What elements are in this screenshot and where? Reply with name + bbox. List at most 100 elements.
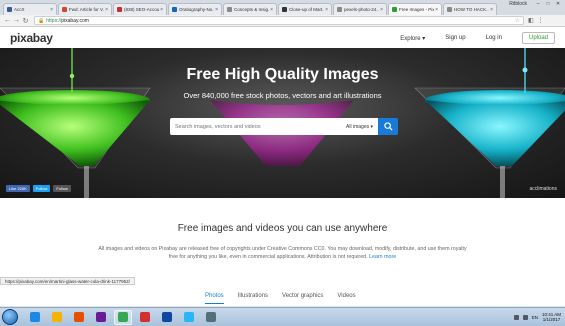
search-input[interactable]: [175, 123, 343, 130]
taskbar-app-winrar[interactable]: [92, 310, 110, 325]
facebook-like-button[interactable]: Like 226K: [6, 185, 30, 192]
tab-label: Free Images - Pix...: [399, 7, 435, 12]
close-tab-icon[interactable]: ×: [105, 7, 108, 13]
tab-label: Oratiography-No...: [179, 7, 215, 12]
twitter-follow-button[interactable]: Follow: [32, 185, 51, 192]
browser-tab[interactable]: Fwd: Article for V... ×: [58, 3, 112, 15]
taskbar-app-photoshop[interactable]: [158, 310, 176, 325]
media-icon: [74, 312, 84, 322]
login-link[interactable]: Log in: [486, 35, 502, 41]
taskbar-app-chrome[interactable]: [114, 309, 132, 325]
forward-icon[interactable]: →: [12, 17, 21, 24]
reload-icon[interactable]: ↻: [21, 17, 30, 25]
image-credit[interactable]: acclimations: [529, 186, 557, 192]
search-icon: [383, 122, 393, 131]
address-bar: ← → ↻ 🔒 https:// pixabay.com ☆ ◧ ⋮: [0, 15, 565, 27]
license-description: All images and videos on Pixabay are rel…: [95, 245, 470, 262]
hero-banner: Free High Quality Images Over 840,000 fr…: [0, 48, 565, 198]
media-type-dropdown[interactable]: All images ▾: [346, 124, 373, 130]
tab-favicon-icon: [447, 7, 452, 12]
tab-illustrations[interactable]: Illustrations: [238, 293, 268, 304]
taskbar-app-ccleaner[interactable]: [136, 310, 154, 325]
tab-vector-graphics[interactable]: Vector graphics: [282, 293, 323, 304]
browser-tab-bar: AccX × Fwd: Article for V... × (838) SEO-Acc…: [0, 0, 565, 15]
close-tab-icon[interactable]: ×: [380, 7, 383, 13]
pinterest-follow-button[interactable]: Follow: [53, 185, 71, 192]
learn-more-link[interactable]: Learn more: [369, 254, 396, 260]
signup-link[interactable]: Sign up: [445, 35, 465, 41]
status-url-tooltip: https://pixabay.com/en/martini-glass-wat…: [0, 277, 135, 285]
photoshop-icon: [162, 312, 172, 322]
close-tab-icon[interactable]: ×: [50, 7, 53, 13]
search-button[interactable]: [378, 118, 398, 135]
clock[interactable]: 10:41 AM 1/1/2017: [542, 312, 561, 323]
close-tab-icon[interactable]: ×: [435, 7, 438, 13]
tab-favicon-icon: [172, 7, 177, 12]
browser-tab[interactable]: pexels-photo-24... ×: [333, 3, 387, 15]
close-window-icon[interactable]: ✕: [553, 1, 563, 7]
browser-tab[interactable]: Close-up of Mart... ×: [278, 3, 332, 15]
close-tab-icon[interactable]: ×: [270, 7, 273, 13]
paint-icon: [184, 312, 194, 322]
close-tab-icon[interactable]: ×: [490, 7, 493, 13]
pixabay-logo[interactable]: pixabay: [10, 31, 53, 45]
tab-label: AccX: [14, 7, 25, 12]
extension-icon[interactable]: ◧: [528, 17, 534, 24]
ie-icon: [30, 312, 40, 322]
tab-label: Concepts & Insig...: [234, 7, 270, 12]
tab-favicon-icon: [62, 7, 67, 12]
winrar-icon: [96, 312, 106, 322]
window-controls: Ritblock – □ ✕: [509, 1, 563, 7]
tab-photos[interactable]: Photos: [205, 293, 224, 304]
search-box: All images ▾: [170, 118, 378, 135]
close-tab-icon[interactable]: ×: [325, 7, 328, 13]
browser-tab[interactable]: Concepts & Insig... ×: [223, 3, 277, 15]
taskbar-app-explorer[interactable]: [48, 310, 66, 325]
browser-tab[interactable]: Free Images - Pix...×: [388, 3, 442, 15]
browser-tab[interactable]: AccX ×: [3, 3, 57, 15]
bookmark-star-icon[interactable]: ☆: [515, 17, 520, 24]
taskbar-app-other[interactable]: [202, 310, 220, 325]
menu-icon[interactable]: ⋮: [538, 17, 544, 24]
explore-menu[interactable]: Explore ▾: [400, 35, 425, 42]
tab-label: pexels-photo-24...: [344, 7, 380, 12]
tab-label: (838) SEO-Accou...: [124, 7, 160, 12]
description-text: All images and videos on Pixabay are rel…: [98, 246, 467, 261]
volume-icon[interactable]: [522, 314, 528, 320]
minimize-icon[interactable]: –: [533, 1, 543, 7]
tab-videos[interactable]: Videos: [337, 293, 355, 304]
start-button[interactable]: [2, 309, 18, 325]
tab-label: Fwd: Article for V...: [69, 7, 105, 12]
maximize-icon[interactable]: □: [543, 1, 553, 7]
browser-tab[interactable]: (838) SEO-Accou...×: [113, 3, 167, 15]
category-tabs: Photos Illustrations Vector graphics Vid…: [205, 293, 356, 304]
url-input[interactable]: 🔒 https:// pixabay.com ☆: [34, 16, 524, 25]
url-host: pixabay.com: [61, 17, 89, 24]
taskbar-app-ie[interactable]: [26, 310, 44, 325]
upload-button[interactable]: Upload: [521, 32, 555, 44]
clock-date: 1/1/2017: [542, 317, 561, 322]
header-nav: Explore ▾ Sign up Log in Upload: [400, 32, 555, 44]
tab-label: Close-up of Mart...: [289, 7, 325, 12]
browser-tab[interactable]: HOW TO HACK... ×: [443, 3, 497, 15]
url-prefix: https://: [46, 17, 62, 24]
close-tab-icon[interactable]: ×: [215, 7, 218, 13]
chrome-icon: [118, 312, 128, 322]
profile-name[interactable]: Ritblock: [509, 1, 527, 7]
browser-tab[interactable]: Oratiography-No... ×: [168, 3, 222, 15]
tab-favicon-icon: [117, 7, 122, 12]
site-header: pixabay Explore ▾ Sign up Log in Upload: [0, 28, 565, 48]
screen: AccX × Fwd: Article for V... × (838) SEO-Acc…: [0, 0, 565, 326]
tab-favicon-icon: [282, 7, 287, 12]
hero-subtitle: Over 840,000 free stock photos, vectors …: [183, 91, 382, 100]
close-tab-icon[interactable]: ×: [160, 7, 163, 13]
language-indicator[interactable]: EN: [532, 315, 538, 320]
tab-label: HOW TO HACK...: [454, 7, 490, 12]
taskbar-app-paint[interactable]: [180, 310, 198, 325]
taskbar-app-media[interactable]: [70, 310, 88, 325]
network-icon[interactable]: [513, 314, 519, 320]
tagline-heading: Free images and videos you can use anywh…: [177, 223, 388, 234]
social-buttons: Like 226K Follow Follow: [6, 185, 71, 192]
back-icon[interactable]: ←: [3, 17, 12, 24]
lock-icon: 🔒: [38, 17, 45, 24]
